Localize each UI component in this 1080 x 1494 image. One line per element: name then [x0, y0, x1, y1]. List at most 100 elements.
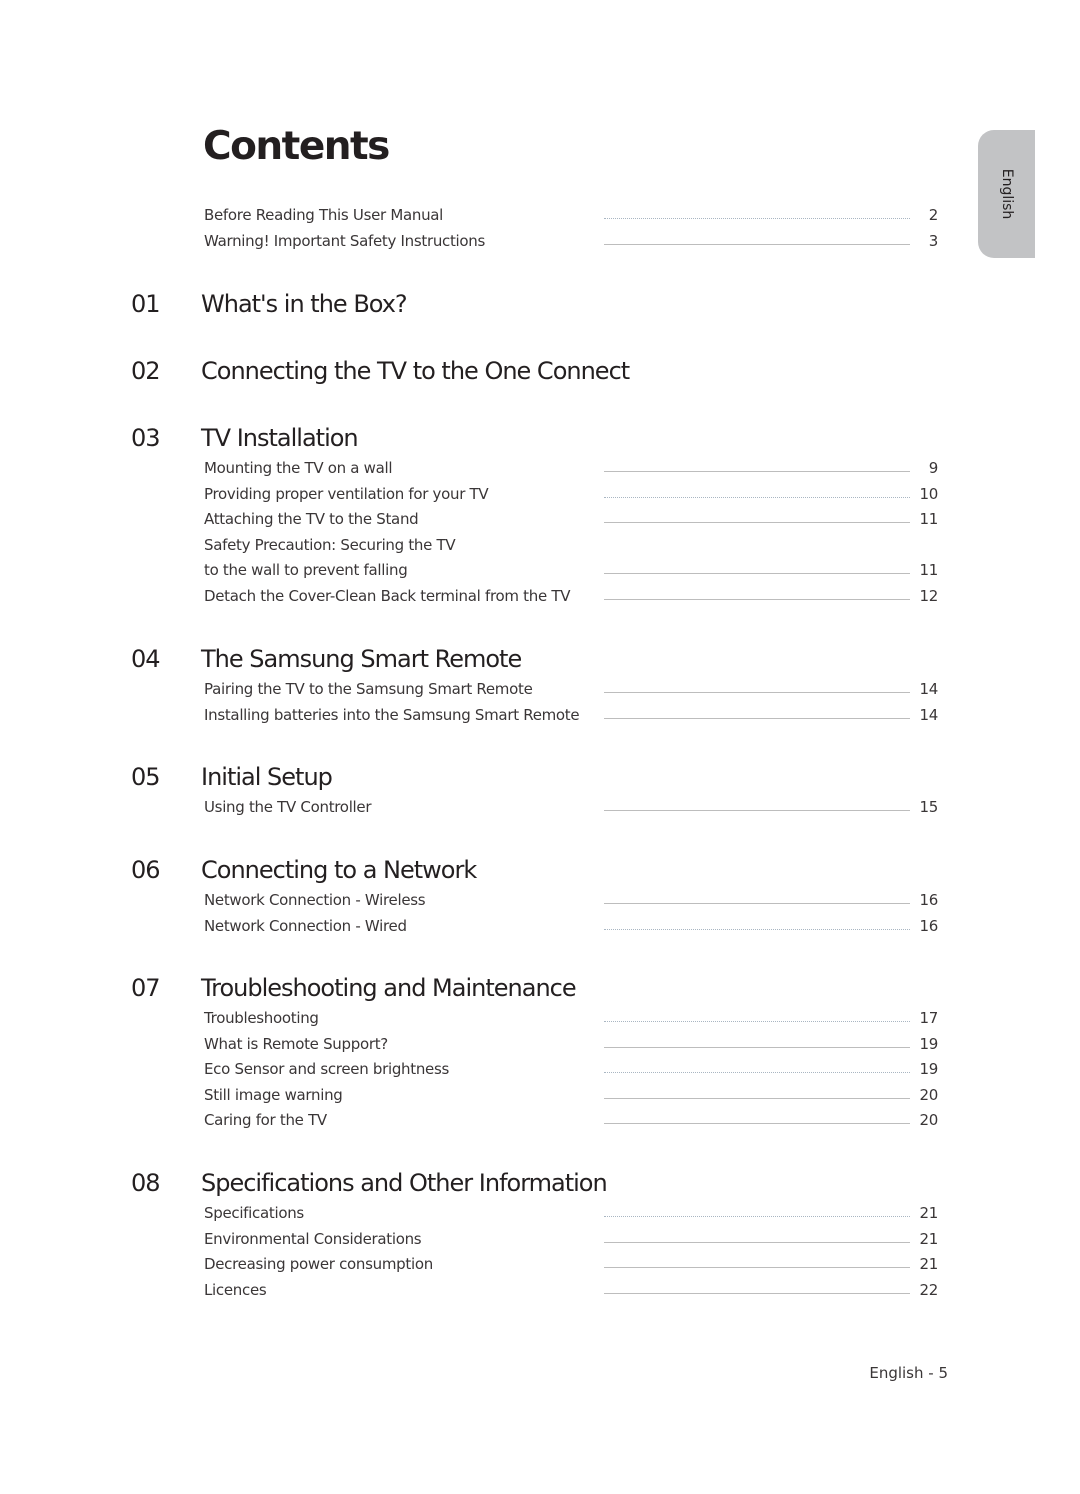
toc-entry-page-number: 16: [919, 917, 939, 935]
toc-entry-page-number: 11: [919, 510, 939, 528]
toc-entry-label: Decreasing power consumption: [204, 1255, 433, 1273]
toc-entry[interactable]: Pairing the TV to the Samsung Smart Remo…: [204, 680, 938, 702]
toc-entry[interactable]: Network Connection - Wireless 16: [204, 891, 938, 913]
chapter-title: Troubleshooting and Maintenance: [201, 974, 577, 1002]
toc-entry-page-number: 10: [919, 485, 939, 503]
leader-line: [604, 1123, 910, 1124]
toc-entry-page-number: 3: [928, 232, 939, 250]
toc-entry[interactable]: Specifications 21: [204, 1204, 938, 1226]
chapter-number: 05: [131, 763, 161, 791]
leader-line: [604, 929, 910, 930]
toc-entry[interactable]: Attaching the TV to the Stand 11: [204, 510, 938, 532]
toc-entry-page-number: 20: [919, 1111, 939, 1129]
toc-entry-label: Before Reading This User Manual: [204, 206, 444, 224]
page-footer: English - 5: [869, 1364, 948, 1382]
toc-entry-page-number: 21: [919, 1204, 939, 1222]
toc-entry-page-number: 19: [919, 1035, 939, 1053]
chapter-number: 06: [131, 856, 161, 884]
chapter-title: Connecting the TV to the One Connect: [201, 357, 630, 385]
toc-entry-label: Installing batteries into the Samsung Sm…: [204, 706, 580, 724]
leader-line: [604, 1242, 910, 1243]
toc-entry[interactable]: Licences 22: [204, 1281, 938, 1303]
leader-line: [604, 573, 910, 574]
toc-entry[interactable]: Using the TV Controller 15: [204, 798, 938, 820]
leader-line: [604, 718, 910, 719]
leader-line: [604, 692, 910, 693]
leader-line: [604, 1216, 910, 1217]
chapter-number: 03: [131, 424, 161, 452]
toc-entry-label: Still image warning: [204, 1086, 343, 1104]
toc-entry-label: Network Connection - Wired: [204, 917, 407, 935]
toc-entry-page-number: 17: [919, 1009, 939, 1027]
toc-entry[interactable]: to the wall to prevent falling 11: [204, 561, 938, 583]
toc-entry[interactable]: Eco Sensor and screen brightness 19: [204, 1060, 938, 1082]
leader-line: [604, 903, 910, 904]
toc-entry-page-number: 9: [928, 459, 939, 477]
toc-entry[interactable]: Troubleshooting 17: [204, 1009, 938, 1031]
toc-entry[interactable]: Warning! Important Safety Instructions 3: [204, 232, 938, 254]
toc-entry-label: Attaching the TV to the Stand: [204, 510, 419, 528]
chapter-title: Initial Setup: [201, 763, 333, 791]
leader-line: [604, 522, 910, 523]
toc-entry[interactable]: Mounting the TV on a wall 9: [204, 459, 938, 481]
toc-entry-page-number: 20: [919, 1086, 939, 1104]
chapter-number: 02: [131, 357, 161, 385]
toc-entry[interactable]: Detach the Cover-Clean Back terminal fro…: [204, 587, 938, 609]
toc-entry[interactable]: Still image warning 20: [204, 1086, 938, 1108]
toc-entry-label: Troubleshooting: [204, 1009, 319, 1027]
toc-entry-label: Detach the Cover-Clean Back terminal fro…: [204, 587, 571, 605]
toc-entry-label: What is Remote Support?: [204, 1035, 388, 1053]
toc-entry-label: Pairing the TV to the Samsung Smart Remo…: [204, 680, 533, 698]
toc-entry-label: Providing proper ventilation for your TV: [204, 485, 489, 503]
toc-entry-page-number: 14: [919, 706, 939, 724]
page-title: Contents: [203, 124, 390, 169]
toc-entry[interactable]: Before Reading This User Manual 2: [204, 206, 938, 228]
toc-entry-page-number: 14: [919, 680, 939, 698]
leader-line: [604, 218, 910, 219]
chapter-number: 04: [131, 645, 161, 673]
chapter-number: 01: [131, 290, 161, 318]
toc-entry-label: Using the TV Controller: [204, 798, 372, 816]
leader-line: [604, 1293, 910, 1294]
chapter-number: 08: [131, 1169, 161, 1197]
toc-entry-label: Network Connection - Wireless: [204, 891, 426, 909]
chapter-title: Connecting to a Network: [201, 856, 477, 884]
toc-entry-page-number: 22: [919, 1281, 939, 1299]
leader-line: [604, 471, 910, 472]
leader-line: [604, 1047, 910, 1048]
toc-entry[interactable]: Providing proper ventilation for your TV…: [204, 485, 938, 507]
toc-entry[interactable]: Network Connection - Wired 16: [204, 917, 938, 939]
leader-line: [604, 1267, 910, 1268]
language-tab[interactable]: English: [978, 130, 1035, 258]
toc-entry-page-number: 19: [919, 1060, 939, 1078]
language-tab-label: English: [998, 168, 1015, 220]
toc-entry-label: Licences: [204, 1281, 267, 1299]
leader-line: [604, 497, 910, 498]
chapter-title: TV Installation: [201, 424, 359, 452]
toc-entry-label: Eco Sensor and screen brightness: [204, 1060, 450, 1078]
toc-entry[interactable]: Decreasing power consumption 21: [204, 1255, 938, 1277]
toc-entry-label: Mounting the TV on a wall: [204, 459, 393, 477]
toc-entry-page-number: 21: [919, 1230, 939, 1248]
chapter-title: The Samsung Smart Remote: [201, 645, 522, 673]
chapter-number: 07: [131, 974, 161, 1002]
toc-entry-label: Warning! Important Safety Instructions: [204, 232, 486, 250]
chapter-title: Specifications and Other Information: [201, 1169, 608, 1197]
chapter-title: What's in the Box?: [201, 290, 408, 318]
leader-line: [604, 810, 910, 811]
toc-entry-label: Safety Precaution: Securing the TV: [204, 536, 456, 554]
toc-entry[interactable]: Caring for the TV 20: [204, 1111, 938, 1133]
toc-entry-page-number: 21: [919, 1255, 939, 1273]
leader-line: [604, 599, 910, 600]
toc-entry[interactable]: What is Remote Support? 19: [204, 1035, 938, 1057]
toc-entry-page-number: 2: [928, 206, 939, 224]
leader-line: [604, 1021, 910, 1022]
toc-entry-label: Caring for the TV: [204, 1111, 327, 1129]
toc-entry[interactable]: Safety Precaution: Securing the TV: [204, 536, 938, 558]
toc-entry[interactable]: Installing batteries into the Samsung Sm…: [204, 706, 938, 728]
toc-entry-label: Environmental Considerations: [204, 1230, 422, 1248]
leader-line: [604, 1072, 910, 1073]
leader-line: [604, 1098, 910, 1099]
toc-entry[interactable]: Environmental Considerations 21: [204, 1230, 938, 1252]
toc-entry-page-number: 15: [919, 798, 939, 816]
